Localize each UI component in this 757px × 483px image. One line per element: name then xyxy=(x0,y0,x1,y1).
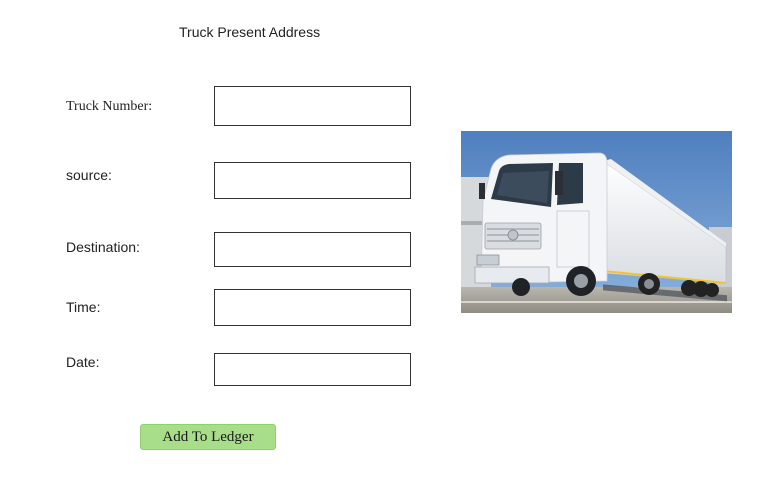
date-label: Date: xyxy=(66,354,100,370)
truck-illustration xyxy=(461,131,732,313)
source-label: source: xyxy=(66,167,112,183)
truck-number-label: Truck Number: xyxy=(66,99,153,114)
date-input[interactable] xyxy=(214,353,411,386)
destination-input[interactable] xyxy=(214,232,411,267)
add-to-ledger-button[interactable]: Add To Ledger xyxy=(140,424,276,450)
source-input[interactable] xyxy=(214,162,411,199)
destination-label: Destination: xyxy=(66,239,140,255)
time-input[interactable] xyxy=(214,289,411,326)
time-label: Time: xyxy=(66,299,101,315)
truck-number-input[interactable] xyxy=(214,86,411,126)
truck-photo xyxy=(461,131,732,313)
page-title: Truck Present Address xyxy=(179,24,321,40)
